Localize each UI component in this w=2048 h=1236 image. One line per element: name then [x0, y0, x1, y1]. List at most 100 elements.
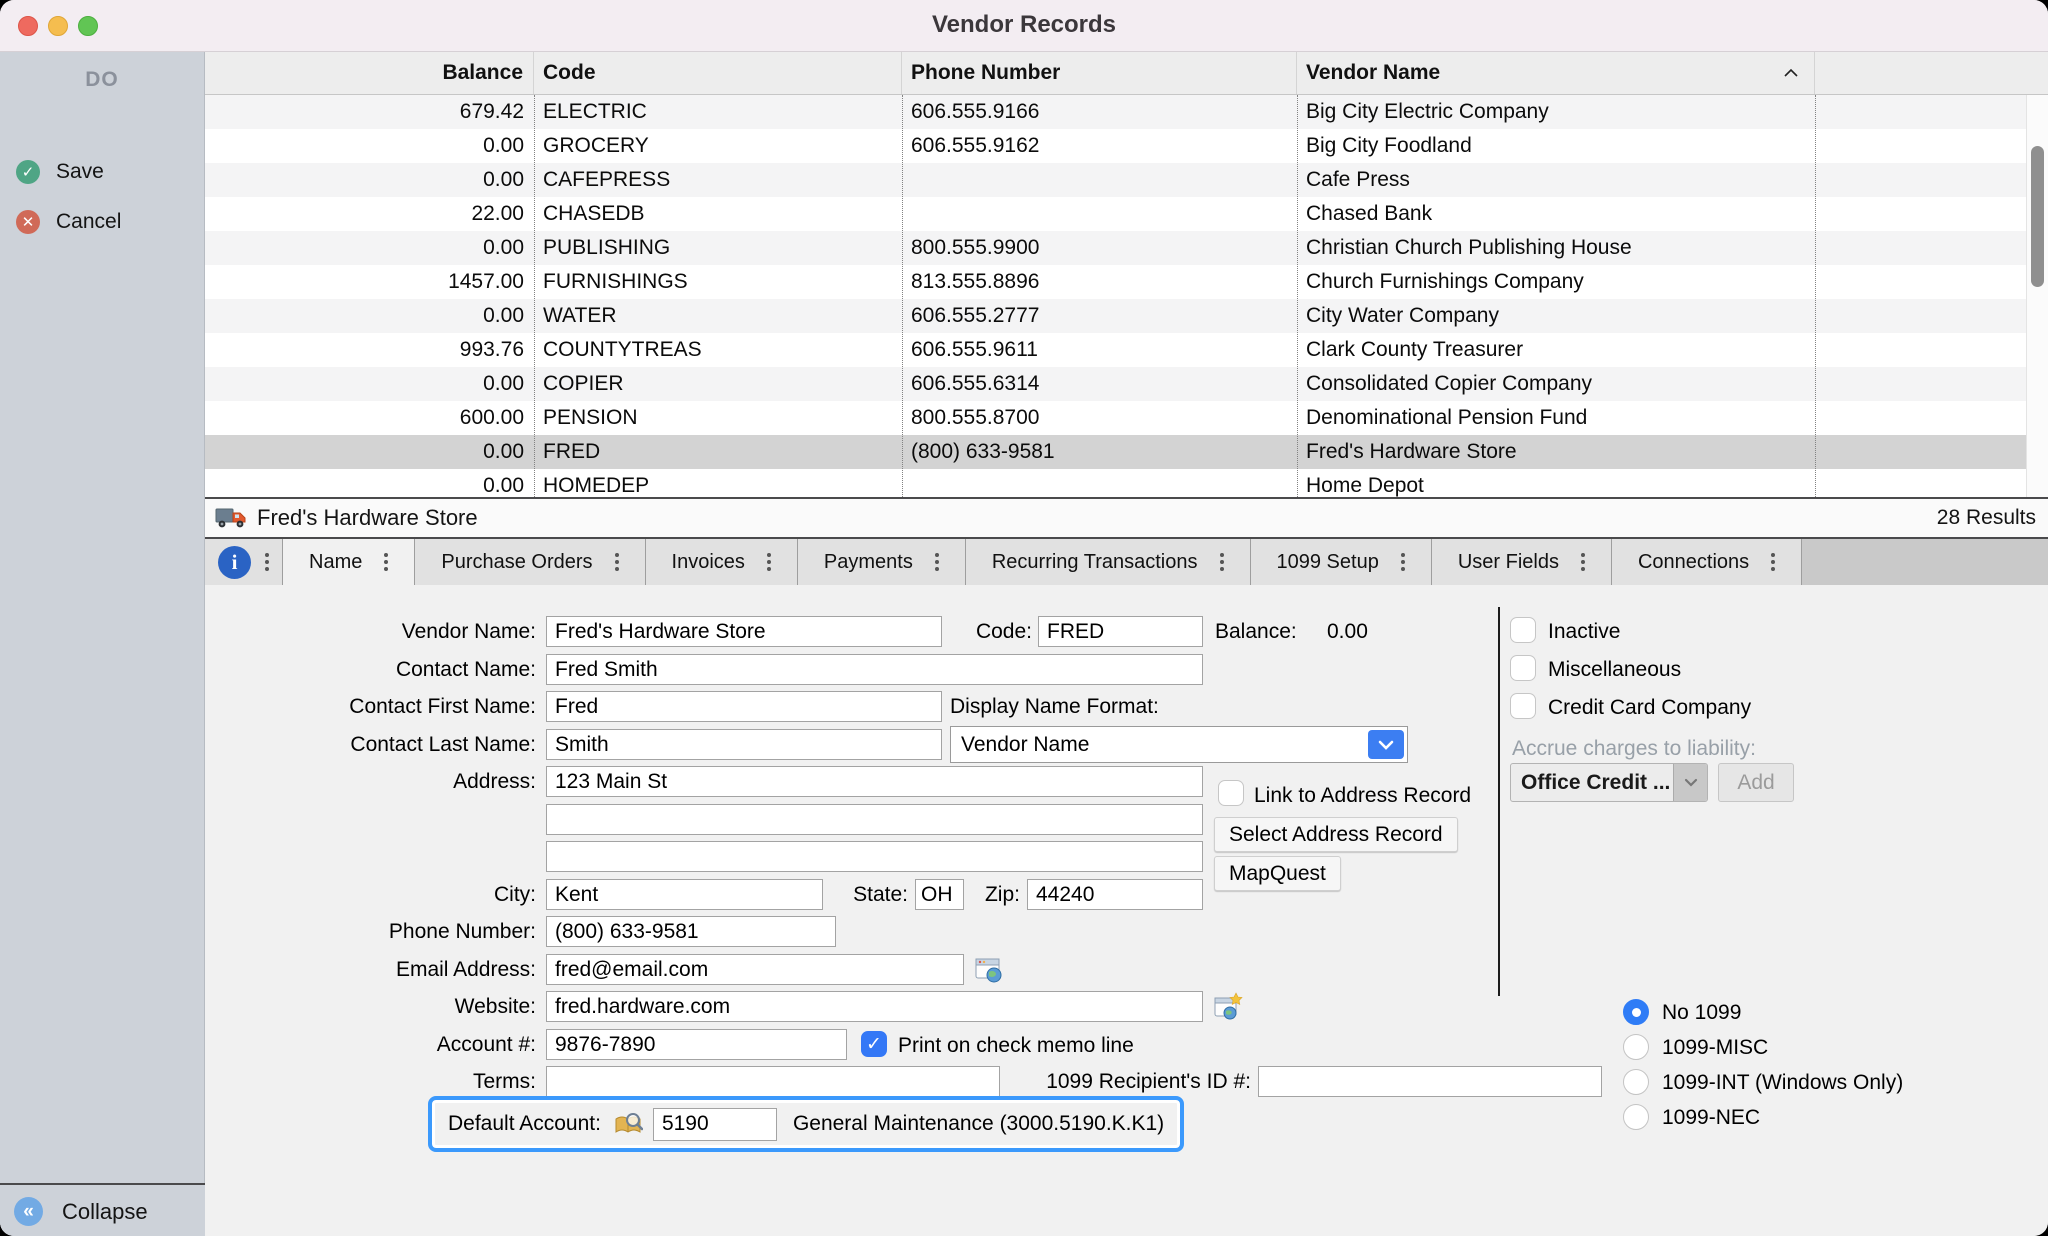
vendor-rows: 679.42 ELECTRIC 606.555.9166 Big City El…: [205, 95, 2026, 499]
table-row[interactable]: 0.00 PUBLISHING 800.555.9900 Christian C…: [205, 231, 2026, 265]
radio-label: 1099-NEC: [1662, 1106, 1760, 1130]
add-liability-button[interactable]: Add: [1718, 763, 1794, 802]
column-separator: [1815, 95, 1816, 499]
drag-handle-icon: [767, 560, 771, 564]
tab[interactable]: Name: [283, 539, 415, 585]
cell-empty: [1815, 265, 2026, 299]
recipient-id-input[interactable]: [1258, 1066, 1602, 1097]
address-line3-input[interactable]: [546, 841, 1203, 872]
cell-phone: (800) 633-9581: [902, 435, 1297, 469]
column-header-phone[interactable]: Phone Number: [902, 52, 1297, 94]
collapse-button[interactable]: « Collapse: [0, 1183, 205, 1236]
column-header-balance[interactable]: Balance: [205, 52, 534, 94]
flag-checkbox[interactable]: [1510, 617, 1536, 643]
contact-last-name-input[interactable]: [546, 729, 942, 760]
accrue-liability-dropdown[interactable]: Office Credit ...: [1510, 763, 1708, 802]
link-to-address-record-checkbox[interactable]: [1218, 780, 1244, 806]
phone-number-label: Phone Number:: [206, 920, 536, 944]
tab[interactable]: Payments: [798, 539, 966, 585]
cell-phone: 813.555.8896: [902, 265, 1297, 299]
table-row[interactable]: 0.00 CAFEPRESS Cafe Press: [205, 163, 2026, 197]
cell-phone: 606.555.9166: [902, 95, 1297, 129]
default-account-input[interactable]: [653, 1108, 777, 1141]
flag-label: Credit Card Company: [1548, 696, 1751, 720]
code-label: Code:: [850, 620, 1032, 644]
table-row[interactable]: 600.00 PENSION 800.555.8700 Denomination…: [205, 401, 2026, 435]
recipient-id-label: 1099 Recipient's ID #:: [1020, 1070, 1251, 1094]
tab[interactable]: User Fields: [1432, 539, 1612, 585]
radio-button[interactable]: [1623, 1034, 1649, 1060]
cell-phone: [902, 163, 1297, 197]
cell-empty: [1815, 435, 2026, 469]
website-input[interactable]: [546, 991, 1203, 1022]
info-tab[interactable]: i: [205, 539, 283, 585]
scrollbar-thumb[interactable]: [2031, 146, 2044, 287]
mapquest-button[interactable]: MapQuest: [1214, 856, 1341, 891]
display-name-format-dropdown[interactable]: Vendor Name: [950, 726, 1408, 763]
tab-label: Name: [309, 551, 362, 574]
table-row[interactable]: 0.00 FRED (800) 633-9581 Fred's Hardware…: [205, 435, 2026, 469]
contact-first-name-input[interactable]: [546, 691, 942, 722]
cell-vendor-name: Chased Bank: [1297, 197, 1815, 231]
cell-empty: [1815, 333, 2026, 367]
radio-button[interactable]: [1623, 1069, 1649, 1095]
accrue-liability-label: Accrue charges to liability:: [1512, 737, 1756, 761]
table-row[interactable]: 0.00 HOMEDEP Home Depot: [205, 469, 2026, 499]
flag-label: Miscellaneous: [1548, 658, 1681, 682]
state-label: State:: [800, 883, 908, 907]
cell-phone: [902, 197, 1297, 231]
cell-code: PUBLISHING: [534, 231, 902, 265]
cell-phone: 800.555.8700: [902, 401, 1297, 435]
radio-button[interactable]: [1623, 999, 1649, 1025]
tab-bar-filler: [1802, 539, 2048, 585]
cell-phone: [902, 469, 1297, 499]
tab[interactable]: Connections: [1612, 539, 1802, 585]
email-address-input[interactable]: [546, 954, 964, 985]
column-header-vendor-name[interactable]: Vendor Name: [1297, 52, 1815, 94]
select-address-record-button[interactable]: Select Address Record: [1214, 817, 1458, 852]
table-row[interactable]: 0.00 WATER 606.555.2777 City Water Compa…: [205, 299, 2026, 333]
address-line2-input[interactable]: [546, 804, 1203, 835]
tab[interactable]: Invoices: [646, 539, 798, 585]
default-account-label: Default Account:: [448, 1112, 601, 1136]
cell-empty: [1815, 231, 2026, 265]
table-row[interactable]: 0.00 COPIER 606.555.6314 Consolidated Co…: [205, 367, 2026, 401]
info-icon: i: [218, 546, 251, 579]
zip-input[interactable]: [1027, 879, 1203, 910]
save-button[interactable]: ✓ Save: [16, 160, 104, 184]
table-row[interactable]: 22.00 CHASEDB Chased Bank: [205, 197, 2026, 231]
table-row[interactable]: 0.00 GROCERY 606.555.9162 Big City Foodl…: [205, 129, 2026, 163]
tab[interactable]: 1099 Setup: [1251, 539, 1432, 585]
cell-balance: 0.00: [205, 163, 534, 197]
cancel-label: Cancel: [56, 210, 121, 234]
tab[interactable]: Recurring Transactions: [966, 539, 1251, 585]
code-input[interactable]: [1038, 616, 1203, 647]
current-record-title: Fred's Hardware Store: [257, 505, 478, 531]
radio-label: 1099-INT (Windows Only): [1662, 1071, 1903, 1095]
display-name-format-label: Display Name Format:: [950, 695, 1159, 719]
send-email-icon[interactable]: [974, 955, 1004, 985]
cell-vendor-name: Cafe Press: [1297, 163, 1815, 197]
table-row[interactable]: 993.76 COUNTYTREAS 606.555.9611 Clark Co…: [205, 333, 2026, 367]
open-website-icon[interactable]: [1213, 992, 1243, 1022]
cell-empty: [1815, 299, 2026, 333]
radio-button[interactable]: [1623, 1104, 1649, 1130]
print-on-check-memo-checkbox[interactable]: ✓: [861, 1031, 887, 1057]
phone-number-input[interactable]: [546, 916, 836, 947]
table-row[interactable]: 679.42 ELECTRIC 606.555.9166 Big City El…: [205, 95, 2026, 129]
contact-last-name-label: Contact Last Name:: [206, 733, 536, 757]
terms-input[interactable]: [546, 1066, 1000, 1097]
flag-checkbox[interactable]: [1510, 693, 1536, 719]
column-header-code[interactable]: Code: [534, 52, 902, 94]
table-row[interactable]: 1457.00 FURNISHINGS 813.555.8896 Church …: [205, 265, 2026, 299]
account-lookup-icon[interactable]: [613, 1110, 643, 1138]
tab[interactable]: Purchase Orders: [415, 539, 645, 585]
flag-checkbox[interactable]: [1510, 655, 1536, 681]
address-line1-input[interactable]: [546, 766, 1203, 797]
account-number-input[interactable]: [546, 1029, 847, 1060]
cancel-button[interactable]: ✕ Cancel: [16, 210, 121, 234]
city-input[interactable]: [546, 879, 823, 910]
contact-name-input[interactable]: [546, 654, 1203, 685]
default-account-field-group: Default Account: General Maintenance (30…: [428, 1096, 1184, 1152]
cell-code: COUNTYTREAS: [534, 333, 902, 367]
